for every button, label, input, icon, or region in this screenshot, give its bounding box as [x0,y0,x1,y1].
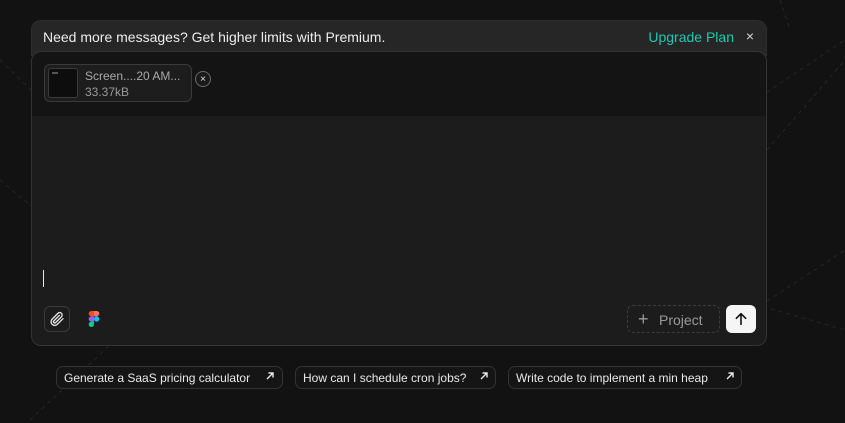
arrow-up-right-icon [480,372,488,380]
paperclip-icon [50,311,64,327]
file-attachment-chip[interactable]: Screen....20 AM... 33.37kB × [44,64,211,102]
text-cursor [43,270,44,287]
banner-close-icon[interactable]: × [746,28,754,44]
chat-composer: Screen....20 AM... 33.37kB × + Project [31,51,767,346]
suggestion-chip[interactable]: Generate a SaaS pricing calculator [56,366,283,389]
suggestion-chip[interactable]: Write code to implement a min heap [508,366,742,389]
plus-icon: + [638,309,649,329]
send-button[interactable] [726,305,756,333]
remove-attachment-icon[interactable]: × [195,71,211,87]
file-thumbnail [48,68,78,98]
upgrade-plan-link[interactable]: Upgrade Plan [648,29,734,45]
suggestion-label: Write code to implement a min heap [516,371,708,385]
arrow-up-icon [735,312,747,326]
add-project-button[interactable]: + Project [627,305,720,333]
arrow-up-right-icon [726,372,734,380]
arrow-up-right-icon [266,372,274,380]
project-label: Project [659,312,703,328]
file-name: Screen....20 AM... [85,69,181,83]
suggestion-label: How can I schedule cron jobs? [303,371,467,385]
banner-message: Need more messages? Get higher limits wi… [43,29,386,45]
figma-import-button[interactable] [81,306,107,332]
attachment-strip: Screen....20 AM... 33.37kB × [32,52,766,116]
figma-icon [88,311,100,327]
suggestion-chip[interactable]: How can I schedule cron jobs? [295,366,496,389]
file-size: 33.37kB [85,85,130,99]
suggestion-label: Generate a SaaS pricing calculator [64,371,251,385]
attach-file-button[interactable] [44,306,70,332]
message-input[interactable] [32,116,766,296]
